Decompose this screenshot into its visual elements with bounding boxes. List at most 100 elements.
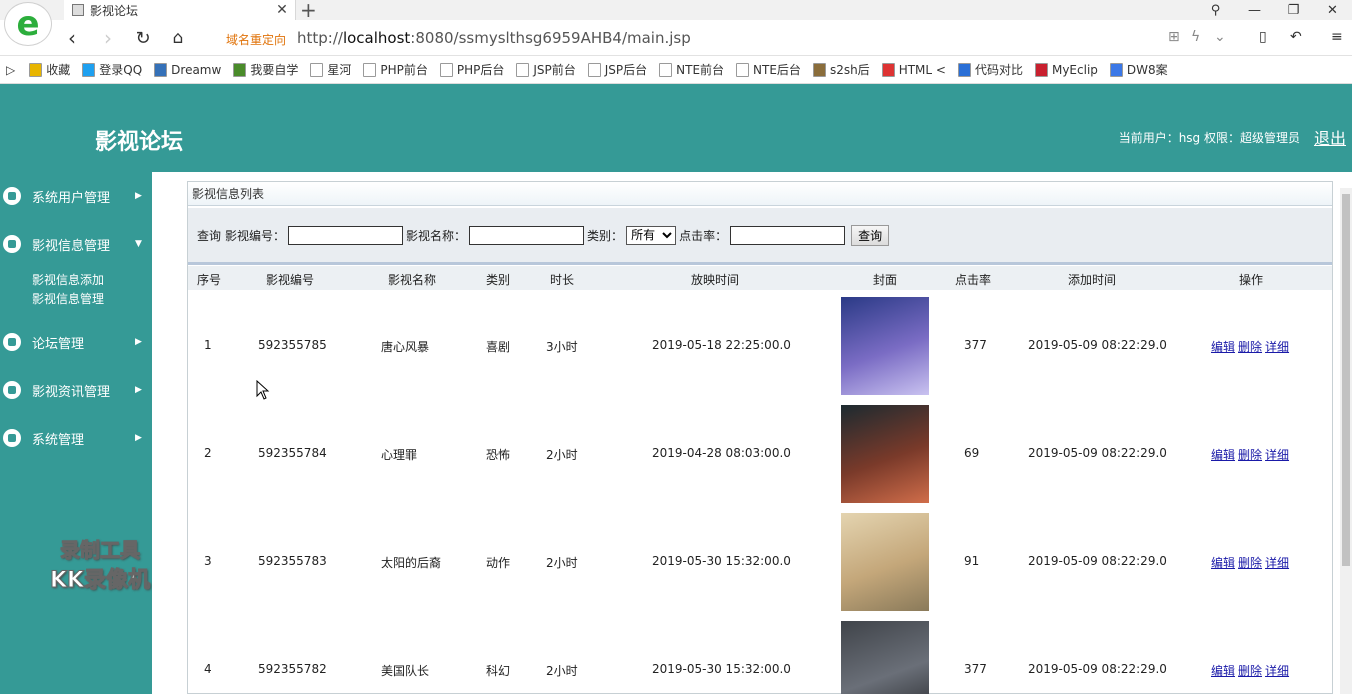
forward-icon[interactable]: › bbox=[96, 26, 120, 50]
close-window-icon[interactable]: ✕ bbox=[1313, 0, 1352, 20]
grid-icon[interactable]: ⊞ bbox=[1168, 29, 1180, 45]
sidebar-item-news[interactable]: 影视资讯管理 ▶ bbox=[0, 376, 152, 404]
shirt-icon[interactable]: ⚲ bbox=[1196, 0, 1235, 20]
row-actions: 编辑 删除 详细 bbox=[1211, 554, 1292, 571]
bookmark-item[interactable]: 登录QQ bbox=[82, 61, 142, 78]
cell-category: 科幻 bbox=[486, 664, 511, 678]
col-header: 点击率 bbox=[955, 273, 992, 287]
scrollbar[interactable] bbox=[1340, 188, 1352, 694]
reading-mode-icon[interactable]: ▯ bbox=[1259, 29, 1267, 45]
search-button[interactable]: 查询 bbox=[851, 224, 890, 246]
bookmark-label: 星河 bbox=[327, 63, 352, 77]
cover-image bbox=[841, 513, 929, 611]
divider bbox=[188, 262, 1332, 265]
logout-link[interactable]: 退出 bbox=[1314, 125, 1346, 149]
edit-link[interactable]: 编辑 bbox=[1211, 448, 1235, 462]
cell-duration: 2小时 bbox=[546, 448, 578, 462]
bookmark-item[interactable]: PHP前台 bbox=[363, 61, 428, 78]
sidebar-item-forum[interactable]: 论坛管理 ▶ bbox=[0, 328, 152, 356]
cell-name: 太阳的后裔 bbox=[381, 556, 442, 570]
sidebar-item-movies[interactable]: 影视信息管理 ▼ bbox=[0, 230, 152, 258]
edit-link[interactable]: 编辑 bbox=[1211, 340, 1235, 354]
compare-icon bbox=[957, 62, 971, 77]
bookmark-item[interactable]: 星河 bbox=[310, 61, 351, 78]
browser-logo-icon[interactable]: e bbox=[4, 2, 52, 46]
submenu-movie-add[interactable]: 影视信息添加 bbox=[32, 271, 104, 288]
redirect-label[interactable]: 域名重定向 bbox=[226, 31, 286, 48]
bookmark-item[interactable]: DW8案 bbox=[1109, 61, 1168, 78]
page-icon bbox=[587, 62, 601, 77]
minimize-icon[interactable]: — bbox=[1235, 0, 1274, 20]
home-icon[interactable]: ⌂ bbox=[166, 26, 190, 50]
sidebar-item-label: 影视信息管理 bbox=[32, 238, 111, 254]
cell-show-time: 2019-04-28 08:03:00.0 bbox=[652, 446, 791, 460]
sidebar-toggle-icon[interactable]: ▷ bbox=[6, 63, 15, 77]
restore-icon[interactable]: ❐ bbox=[1274, 0, 1313, 20]
query-label: 查询 bbox=[197, 228, 222, 243]
url-path: :8080/ssmyslthsg6959AHB4/main.jsp bbox=[410, 29, 691, 47]
forum-icon bbox=[3, 333, 21, 351]
scrollbar-thumb[interactable] bbox=[1342, 194, 1350, 566]
detail-link[interactable]: 详细 bbox=[1265, 340, 1289, 354]
edit-link[interactable]: 编辑 bbox=[1211, 556, 1235, 570]
close-tab-icon[interactable]: ✕ bbox=[273, 2, 291, 18]
cell-duration: 3小时 bbox=[546, 340, 578, 354]
sidebar-item-system[interactable]: 系统管理 ▶ bbox=[0, 424, 152, 452]
html-icon bbox=[881, 62, 895, 77]
detail-link[interactable]: 详细 bbox=[1265, 448, 1289, 462]
menu-icon[interactable]: ≡ bbox=[1331, 29, 1343, 45]
lightning-icon[interactable]: ϟ bbox=[1191, 29, 1200, 45]
bookmark-item[interactable]: 我要自学 bbox=[233, 61, 298, 78]
bookmark-item[interactable]: 收藏 bbox=[29, 61, 70, 78]
sidebar-item-label: 系统管理 bbox=[32, 432, 85, 448]
detail-link[interactable]: 详细 bbox=[1265, 556, 1289, 570]
bookmark-item[interactable]: 代码对比 bbox=[957, 61, 1023, 78]
cell-name: 唐心风暴 bbox=[381, 340, 430, 354]
chevron-down-icon[interactable]: ⌄ bbox=[1214, 29, 1226, 45]
page-favicon-icon bbox=[72, 4, 84, 16]
bookmark-item[interactable]: Dreamw bbox=[154, 62, 221, 77]
bookmark-item[interactable]: JSP后台 bbox=[587, 61, 647, 78]
delete-link[interactable]: 删除 bbox=[1238, 340, 1262, 354]
browser-tab[interactable]: 影视论坛 ✕ bbox=[64, 0, 296, 20]
refresh-icon[interactable]: ↻ bbox=[131, 26, 155, 50]
url-prefix: http:// bbox=[297, 29, 343, 47]
delete-link[interactable]: 删除 bbox=[1238, 448, 1262, 462]
cell-duration: 2小时 bbox=[546, 664, 578, 678]
bookmark-item[interactable]: NTE前台 bbox=[659, 61, 724, 78]
cover-image bbox=[841, 405, 929, 503]
edit-link[interactable]: 编辑 bbox=[1211, 664, 1235, 678]
name-label: 影视名称： bbox=[406, 228, 467, 243]
undo-icon[interactable]: ↶ bbox=[1290, 29, 1302, 45]
back-icon[interactable]: ‹ bbox=[60, 26, 84, 50]
page-icon bbox=[659, 62, 673, 77]
name-input[interactable] bbox=[469, 225, 585, 245]
bookmark-item[interactable]: s2sh后 bbox=[812, 61, 870, 78]
row-actions: 编辑 删除 详细 bbox=[1211, 662, 1292, 679]
chart-icon bbox=[3, 429, 21, 447]
bookmark-item[interactable]: NTE后台 bbox=[736, 61, 801, 78]
sidebar-item-label: 系统用户管理 bbox=[32, 190, 111, 206]
movie-list-panel: 影视信息列表 查询 影视编号： 影视名称： 类别： 所有 点击率： 查询 序号 … bbox=[187, 181, 1333, 694]
cell-clicks: 69 bbox=[964, 446, 980, 460]
page-icon bbox=[516, 62, 530, 77]
cell-show-time: 2019-05-30 15:32:00.0 bbox=[652, 662, 791, 676]
delete-link[interactable]: 删除 bbox=[1238, 556, 1262, 570]
row-actions: 编辑 删除 详细 bbox=[1211, 446, 1292, 463]
col-header: 添加时间 bbox=[1068, 273, 1117, 287]
bookmark-item[interactable]: JSP前台 bbox=[516, 61, 576, 78]
submenu-movie-manage[interactable]: 影视信息管理 bbox=[32, 290, 104, 307]
star-icon bbox=[29, 62, 43, 77]
watermark-line-1: 录制工具 bbox=[60, 538, 141, 563]
bookmark-item[interactable]: HTML < bbox=[881, 62, 946, 77]
code-input[interactable] bbox=[288, 225, 404, 245]
bookmark-item[interactable]: MyEclip bbox=[1034, 62, 1098, 77]
delete-link[interactable]: 删除 bbox=[1238, 664, 1262, 678]
clicks-input[interactable] bbox=[730, 225, 846, 245]
new-tab-icon[interactable]: + bbox=[300, 0, 317, 22]
sidebar-item-users[interactable]: 系统用户管理 ▶ bbox=[0, 182, 152, 210]
url-field[interactable]: http://localhost:8080/ssmyslthsg6959AHB4… bbox=[297, 29, 691, 47]
bookmark-item[interactable]: PHP后台 bbox=[439, 61, 504, 78]
category-select[interactable]: 所有 bbox=[626, 225, 677, 245]
detail-link[interactable]: 详细 bbox=[1265, 664, 1289, 678]
